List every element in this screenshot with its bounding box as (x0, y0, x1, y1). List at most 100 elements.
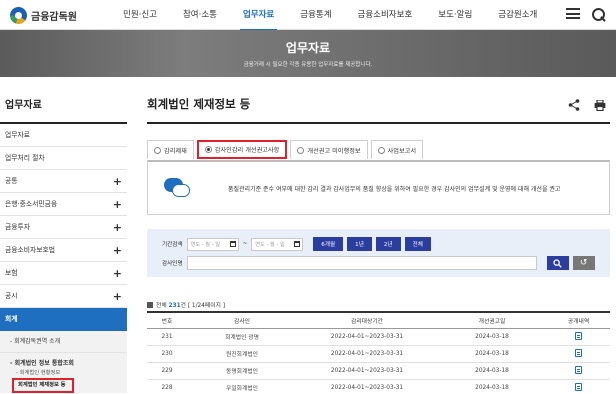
tab-label: 감리제재 (164, 147, 187, 155)
cell-number: 228 (147, 379, 187, 394)
sidebar-item-procedure[interactable]: 업무처리 절차 (0, 147, 127, 170)
cell-disclosure (547, 328, 610, 346)
sidebar-item-label: 금융소비자보호법 (5, 246, 56, 254)
page-title: 회계법인 제재정보 등 (147, 96, 610, 124)
document-icon[interactable] (575, 348, 582, 357)
cell-number: 230 (147, 345, 187, 363)
document-icon[interactable] (575, 382, 582, 391)
print-icon[interactable] (594, 100, 606, 111)
page-info: [ 1/24페이지 ] (187, 303, 226, 309)
logo-text: 금융감독원 (31, 12, 77, 23)
cell-auditor[interactable]: 동명회계법인 (187, 362, 297, 380)
sidebar-item-label: 업무자료 (5, 131, 31, 139)
radio-checked-icon (204, 146, 212, 153)
sidebar-item-accounting[interactable]: 회계 (0, 308, 127, 331)
plus-icon: + (112, 221, 122, 234)
period-1y-button[interactable]: 1년 (347, 237, 372, 251)
table-row[interactable]: 229 동명회계법인 2022-04-01~2023-03-31 2024-03… (147, 362, 610, 380)
cell-date: 2024-03-18 (437, 328, 547, 346)
cell-auditor[interactable]: 원진회계법인 (187, 345, 297, 363)
cell-period: 2022-04-01~2023-03-31 (297, 379, 437, 394)
cell-period: 2022-04-01~2023-03-31 (297, 328, 437, 346)
result-count: 전체 231건 [ 1/24페이지 ] (147, 300, 225, 309)
document-icon[interactable] (575, 365, 582, 374)
cell-date: 2024-03-18 (437, 362, 547, 380)
sidebar-item-consumer-law[interactable]: 금융소비자보호법 + (0, 239, 127, 262)
share-icon[interactable] (568, 99, 580, 111)
start-date-input[interactable]: 연도 - 월 - 일 (186, 237, 239, 251)
count-unit: 건 (180, 303, 186, 309)
plus-icon: + (112, 267, 122, 280)
sidebar-title: 업무자료 (0, 96, 127, 124)
auditor-label: 감사인명 (162, 261, 183, 267)
col-period: 감리대상기간 (297, 311, 437, 329)
sidebar-item-banking[interactable]: 은행·중소서민금융 + (0, 193, 127, 216)
cell-auditor[interactable]: 회계법인 광명 (187, 328, 297, 346)
sidebar-item-investment[interactable]: 금융투자 + (0, 216, 127, 239)
nav-press[interactable]: 보도·알림 (425, 0, 485, 30)
plus-icon: + (112, 175, 122, 188)
auditor-input[interactable] (186, 256, 537, 270)
col-auditor: 감사인 (187, 311, 297, 329)
sidebar-sub-accounting-intro[interactable]: - 회계감독권역 소개 (0, 331, 127, 353)
cell-auditor[interactable]: 우일회계법인 (187, 379, 297, 394)
search-panel: 기간검색 연도 - 월 - 일 ~ 연도 - 월 - 일 6개월 1년 2년 전… (147, 229, 610, 277)
tab-label: 개선권고 미이행정보 (307, 147, 361, 155)
col-number: 번호 (147, 311, 187, 329)
sidebar-item-label: 보험 (5, 269, 18, 277)
col-disclosure: 공개내역 (547, 311, 610, 329)
nav-statistics[interactable]: 금융통계 (287, 0, 344, 30)
date-separator: ~ (242, 241, 248, 247)
cell-period: 2022-04-01~2023-03-31 (297, 345, 437, 363)
sidebar-item-label: 금융투자 (5, 223, 31, 231)
info-text: 품질관리기준 준수 여부에 대한 감리 결과 감사업무의 품질 향상을 위하여 … (228, 185, 561, 193)
sidebar-item-work-data[interactable]: 업무자료 (0, 124, 127, 147)
nav-consumer-protection[interactable]: 금융소비자보호 (345, 0, 426, 30)
search-button[interactable] (546, 256, 569, 270)
info-box: 품질관리기준 준수 여부에 대한 감리 결과 감사업무의 품질 향상을 위하여 … (147, 160, 610, 215)
tab-audit-sanctions[interactable]: 감리제재 (147, 140, 194, 159)
results-table: 번호 감사인 감리대상기간 개선권고일 공개내역 231 회계법인 광명 202… (147, 311, 610, 394)
reset-button[interactable]: ↺ (572, 256, 595, 270)
search-icon[interactable] (592, 8, 606, 22)
nav-complaint[interactable]: 민원·신고 (110, 0, 170, 30)
logo-mark-icon (10, 7, 27, 24)
calendar-icon[interactable] (229, 241, 236, 247)
sidebar-item-label: 은행·중소서민금융 (5, 200, 58, 208)
cell-number: 229 (147, 362, 187, 380)
count-prefix: 전체 (156, 303, 167, 309)
end-date-input[interactable]: 연도 - 월 - 일 (251, 237, 304, 251)
nav-work-data[interactable]: 업무자료 (230, 0, 287, 31)
count-total: 231 (168, 303, 181, 309)
sidebar-subsub-sanctions[interactable]: 회계법인 제재정보 등 (12, 378, 74, 393)
top-header: 금융감독원 민원·신고 참여·소통 업무자료 금융통계 금융소비자보호 보도·알… (0, 0, 616, 31)
tab-unimplemented[interactable]: 개선권고 미이행정보 (290, 140, 368, 159)
calendar-icon[interactable] (294, 241, 301, 247)
sidebar-submenu: - 회계감독권역 소개 - 회계법인 정보 통합조회 - 회계법인 현황정보 회… (0, 331, 127, 393)
table-row[interactable]: 231 회계법인 광명 2022-04-01~2023-03-31 2024-0… (147, 328, 610, 346)
cell-number: 231 (147, 328, 187, 346)
refresh-icon: ↺ (579, 258, 588, 268)
sidebar-item-insurance[interactable]: 보험 + (0, 262, 127, 285)
main-content: 회계법인 제재정보 등 감리제재 감사인감리 개선권고사항 개선권고 미이행정보… (147, 96, 610, 394)
nav-participation[interactable]: 참여·소통 (170, 0, 230, 30)
list-icon (147, 302, 153, 308)
chat-bubble-icon (164, 178, 190, 198)
sidebar-item-label: 공통 (5, 177, 18, 185)
plus-icon: + (112, 198, 122, 211)
table-row[interactable]: 230 원진회계법인 2022-04-01~2023-03-31 2024-03… (147, 345, 610, 363)
logo[interactable]: 금융감독원 (10, 7, 77, 24)
period-all-button[interactable]: 전체 (404, 237, 431, 251)
table-row[interactable]: 228 우일회계법인 2022-04-01~2023-03-31 2024-03… (147, 379, 610, 394)
cell-period: 2022-04-01~2023-03-31 (297, 362, 437, 380)
sidebar-item-disclosure[interactable]: 공시 + (0, 285, 127, 308)
menu-icon[interactable] (566, 8, 580, 19)
tab-improvement-recommendations[interactable]: 감사인감리 개선권고사항 (196, 140, 288, 159)
tab-business-report[interactable]: 사업보고서 (370, 140, 424, 159)
sidebar-item-common[interactable]: 공통 + (0, 170, 127, 193)
plus-icon: + (112, 244, 122, 257)
period-6m-button[interactable]: 6개월 (313, 237, 344, 251)
document-icon[interactable] (575, 331, 582, 340)
nav-about[interactable]: 금감원소개 (485, 0, 550, 30)
period-2y-button[interactable]: 2년 (375, 237, 401, 251)
